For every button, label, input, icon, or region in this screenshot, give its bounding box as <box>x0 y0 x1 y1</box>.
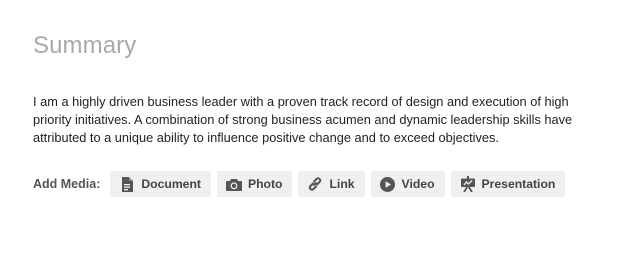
play-icon <box>380 176 396 192</box>
camera-icon <box>225 176 242 192</box>
add-video-button[interactable]: Video <box>370 171 445 197</box>
summary-body-text: I am a highly driven business leader wit… <box>33 94 573 145</box>
add-media-toolbar: Add Media: Document Photo Link Video Pre… <box>33 171 571 197</box>
add-presentation-label: Presentation <box>481 177 556 191</box>
summary-heading: Summary <box>33 32 137 59</box>
add-photo-button[interactable]: Photo <box>216 171 293 197</box>
add-document-label: Document <box>141 177 201 191</box>
summary-section: Summary I am a highly driven business le… <box>0 0 643 256</box>
add-link-label: Link <box>329 177 355 191</box>
add-media-label: Add Media: <box>33 177 101 191</box>
document-icon <box>119 176 135 192</box>
add-video-label: Video <box>401 177 435 191</box>
link-icon <box>307 176 323 192</box>
add-photo-label: Photo <box>247 177 283 191</box>
presentation-icon <box>460 176 476 192</box>
add-presentation-button[interactable]: Presentation <box>450 171 566 197</box>
add-link-button[interactable]: Link <box>298 171 365 197</box>
add-document-button[interactable]: Document <box>110 171 211 197</box>
